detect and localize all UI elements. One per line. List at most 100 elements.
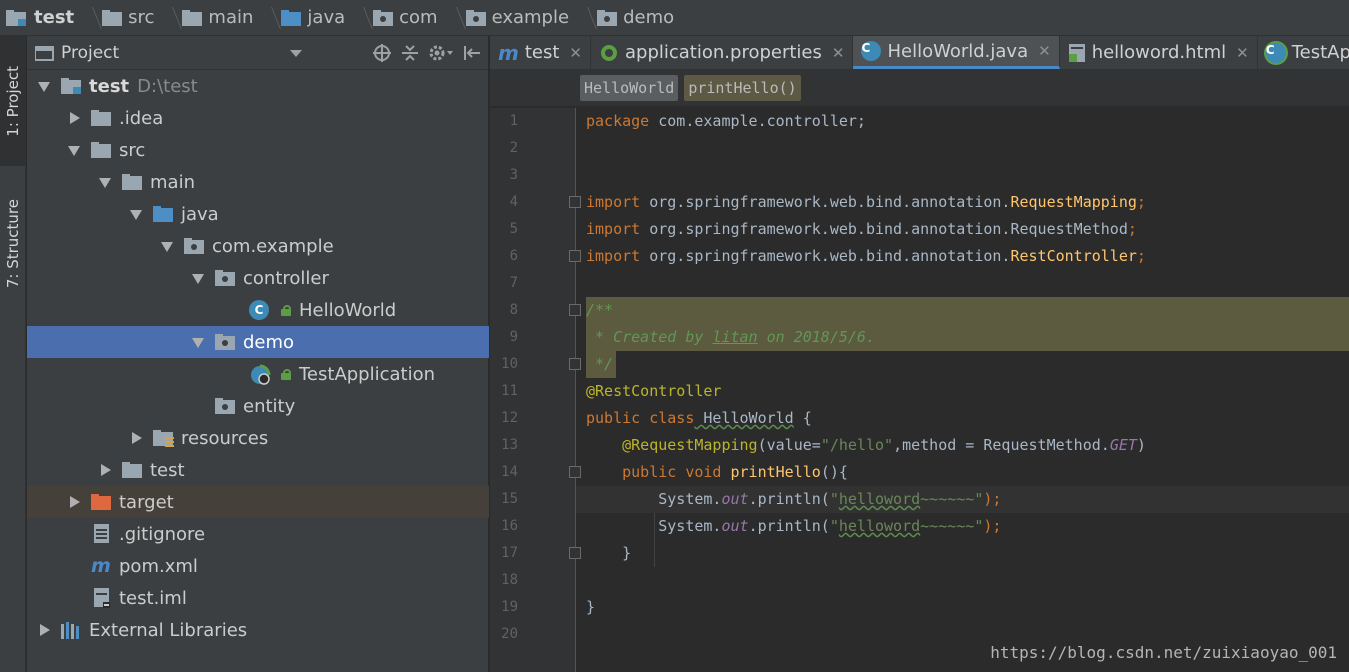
fold-toggle-icon[interactable] <box>569 250 581 262</box>
collapse-all-icon[interactable] <box>400 43 420 63</box>
tab-label: test <box>524 42 560 63</box>
source-folder-icon <box>281 9 302 26</box>
fold-toggle-icon[interactable] <box>569 304 581 316</box>
hide-panel-icon[interactable] <box>462 43 482 63</box>
breadcrumb-item-example[interactable]: example <box>465 0 597 36</box>
expanded-arrow-icon[interactable] <box>67 143 81 157</box>
code-line-12: public class HelloWorld { <box>586 409 812 427</box>
tree-row[interactable]: controller <box>27 262 489 294</box>
collapsed-arrow-icon[interactable] <box>98 463 112 477</box>
chevron-down-icon[interactable] <box>289 48 303 58</box>
close-icon[interactable]: ✕ <box>1236 44 1249 62</box>
line-number: 19 <box>501 599 518 615</box>
excluded-folder-icon <box>91 492 113 512</box>
tree-row-label: test <box>89 75 130 97</box>
tree-row-label: resources <box>181 427 269 449</box>
tree-row[interactable]: main <box>27 166 489 198</box>
code-area[interactable]: 1 2 3 4 5 6 7 8 9 10 11 12 13 14 15 16 17 18 19 20 package … <box>490 108 1349 672</box>
breadcrumb-item-demo[interactable]: demo <box>597 0 678 36</box>
editor-tab-application-properties[interactable]: application.properties ✕ <box>591 36 854 69</box>
code-breadcrumb-method[interactable]: printHello() <box>684 75 801 101</box>
class-icon: C <box>861 41 882 61</box>
resources-folder-icon <box>153 428 175 448</box>
tree-row[interactable]: .gitignore <box>27 518 489 550</box>
package-icon <box>373 9 394 26</box>
expanded-arrow-icon[interactable] <box>160 239 174 253</box>
breadcrumb-item-java[interactable]: java <box>281 0 373 36</box>
line-number: 6 <box>509 248 518 264</box>
tree-row[interactable]: C HelloWorld <box>27 294 489 326</box>
tree-row[interactable]: TestApplication <box>27 358 489 390</box>
package-icon <box>215 396 237 416</box>
tool-tab-project[interactable]: 1: Project <box>0 36 26 166</box>
expanded-arrow-icon[interactable] <box>191 271 205 285</box>
code-line-8: /** <box>586 301 614 319</box>
svg-text:m: m <box>91 556 111 576</box>
tree-row[interactable]: java <box>27 198 489 230</box>
tree-row[interactable]: target <box>27 486 489 518</box>
class-icon: C <box>249 300 271 320</box>
scroll-from-source-icon[interactable] <box>372 43 392 63</box>
breadcrumb-item-main[interactable]: main <box>182 0 281 36</box>
project-panel-title[interactable]: Project <box>61 43 119 63</box>
breadcrumb-label: example <box>491 7 570 28</box>
tree-row[interactable]: demo <box>27 326 489 358</box>
expanded-arrow-icon[interactable] <box>37 79 51 93</box>
collapsed-arrow-icon[interactable] <box>37 623 51 637</box>
tree-row[interactable]: src <box>27 134 489 166</box>
tree-row[interactable]: com.example <box>27 230 489 262</box>
line-number: 13 <box>501 437 518 453</box>
tree-row-label: test.iml <box>119 587 187 609</box>
code-breadcrumb-class[interactable]: HelloWorld <box>580 75 679 101</box>
tree-row[interactable]: m pom.xml <box>27 550 489 582</box>
editor-tab-test[interactable]: m test ✕ <box>490 36 591 69</box>
collapsed-arrow-icon[interactable] <box>129 431 143 445</box>
close-icon[interactable]: ✕ <box>1038 42 1051 60</box>
line-number: 7 <box>509 275 518 291</box>
text-file-icon <box>91 524 113 544</box>
fold-toggle-icon[interactable] <box>569 466 581 478</box>
tree-row[interactable]: test.iml <box>27 582 489 614</box>
editor-tab-helloworld-java[interactable]: C HelloWorld.java ✕ <box>853 36 1060 69</box>
expanded-arrow-icon[interactable] <box>191 335 205 349</box>
project-view-icon <box>35 45 54 61</box>
code-line-14: public void printHello(){ <box>622 463 848 481</box>
expanded-arrow-icon[interactable] <box>129 207 143 221</box>
line-number: 20 <box>501 626 518 642</box>
project-panel-header: Project <box>27 36 488 70</box>
close-icon[interactable]: ✕ <box>832 44 845 62</box>
editor-tab-testapplication[interactable]: C TestApp <box>1258 36 1349 69</box>
breadcrumb-label: test <box>34 7 75 28</box>
tree-row-label: java <box>181 203 219 225</box>
tree-row-label: test <box>150 459 185 481</box>
tree-row[interactable]: test <box>27 454 489 486</box>
breadcrumb-item-com[interactable]: com <box>373 0 465 36</box>
tree-row[interactable]: entity <box>27 390 489 422</box>
gear-icon[interactable] <box>428 43 454 63</box>
tool-tab-structure[interactable]: 7: Structure <box>0 181 26 306</box>
lock-icon <box>281 304 291 316</box>
spring-boot-class-icon <box>249 364 271 385</box>
navigation-bar: test src main java com example demo <box>0 0 1349 36</box>
editor-tab-helloword-html[interactable]: helloword.html ✕ <box>1060 36 1258 69</box>
tree-row[interactable]: test D:\test <box>27 70 489 102</box>
code-line-13: @RequestMapping(value="/hello",method = … <box>622 436 1146 454</box>
fold-toggle-icon[interactable] <box>569 196 581 208</box>
fold-toggle-icon[interactable] <box>569 358 581 370</box>
tree-row[interactable]: .idea <box>27 102 489 134</box>
line-number: 8 <box>509 302 518 318</box>
close-icon[interactable]: ✕ <box>569 44 582 62</box>
fold-toggle-icon[interactable] <box>569 547 581 559</box>
tree-row-label: entity <box>243 395 296 417</box>
breadcrumb-separator <box>351 0 365 36</box>
source-folder-icon <box>153 204 175 224</box>
tree-row[interactable]: External Libraries <box>27 614 489 646</box>
breadcrumb-item-test[interactable]: test <box>6 0 102 36</box>
collapsed-arrow-icon[interactable] <box>67 495 81 509</box>
collapsed-arrow-icon[interactable] <box>67 111 81 125</box>
expanded-arrow-icon[interactable] <box>98 175 112 189</box>
breadcrumb-item-src[interactable]: src <box>102 0 182 36</box>
tree-row-label: com.example <box>212 235 334 257</box>
tree-row[interactable]: resources <box>27 422 489 454</box>
line-number: 17 <box>501 545 518 561</box>
